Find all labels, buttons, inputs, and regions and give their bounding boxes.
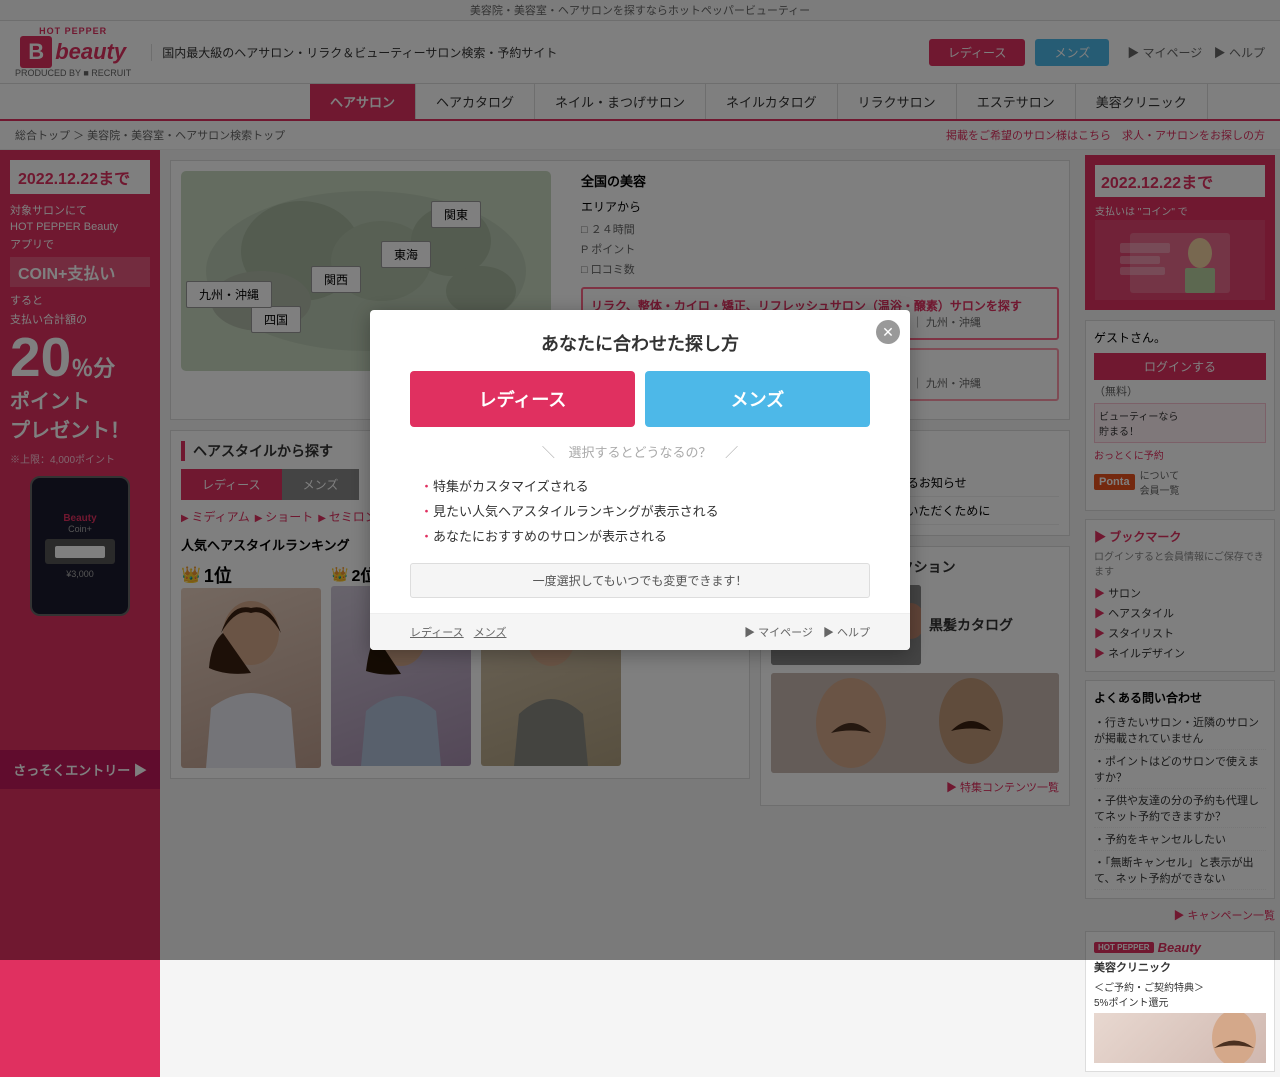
question-text: 選択するとどうなるの？ xyxy=(568,445,711,460)
clinic-title: 美容クリニック xyxy=(1094,959,1266,975)
footer-help-link[interactable]: ▶ ヘルプ xyxy=(823,624,870,640)
modal-benefit-1: 特集がカスタマイズされる xyxy=(420,473,860,498)
modal-gender-btns: レディース メンズ xyxy=(370,371,910,442)
clinic-image xyxy=(1094,1013,1266,1063)
modal-title: あなたに合わせた探し方 xyxy=(370,310,910,371)
modal-footer-navlinks: ▶ マイページ ▶ ヘルプ xyxy=(744,624,870,640)
modal-benefit-3: あなたにおすすめのサロンが表示される xyxy=(420,523,860,548)
modal-footer: レディース メンズ ▶ マイページ ▶ ヘルプ xyxy=(370,613,910,650)
modal-ladies-btn[interactable]: レディース xyxy=(410,371,635,427)
modal-footer-links: レディース メンズ xyxy=(410,624,506,640)
modal-box: ✕ あなたに合わせた探し方 レディース メンズ ＼ 選択するとどうなるの？ ／ … xyxy=(370,310,910,650)
question-prefix: ＼ xyxy=(542,445,555,460)
modal-overlay[interactable]: ✕ あなたに合わせた探し方 レディース メンズ ＼ 選択するとどうなるの？ ／ … xyxy=(0,0,1280,960)
modal-benefit-2: 見たい人気ヘアスタイルランキングが表示される xyxy=(420,498,860,523)
modal-close-btn[interactable]: ✕ xyxy=(876,320,900,344)
modal-question: ＼ 選択するとどうなるの？ ／ xyxy=(370,442,910,461)
footer-mens-link[interactable]: メンズ xyxy=(474,624,507,640)
modal-mens-btn[interactable]: メンズ xyxy=(645,371,870,427)
footer-mypage-link[interactable]: ▶ マイページ xyxy=(744,624,813,640)
footer-ladies-link[interactable]: レディース xyxy=(410,624,464,640)
modal-note: 一度選択してもいつでも変更できます！ xyxy=(410,563,870,598)
modal-benefits: 特集がカスタマイズされる 見たい人気ヘアスタイルランキングが表示される あなたに… xyxy=(370,473,910,548)
clinic-note: ＜ご予約・ご契約特典＞5%ポイント還元 xyxy=(1094,979,1266,1009)
question-suffix: ／ xyxy=(725,445,738,460)
